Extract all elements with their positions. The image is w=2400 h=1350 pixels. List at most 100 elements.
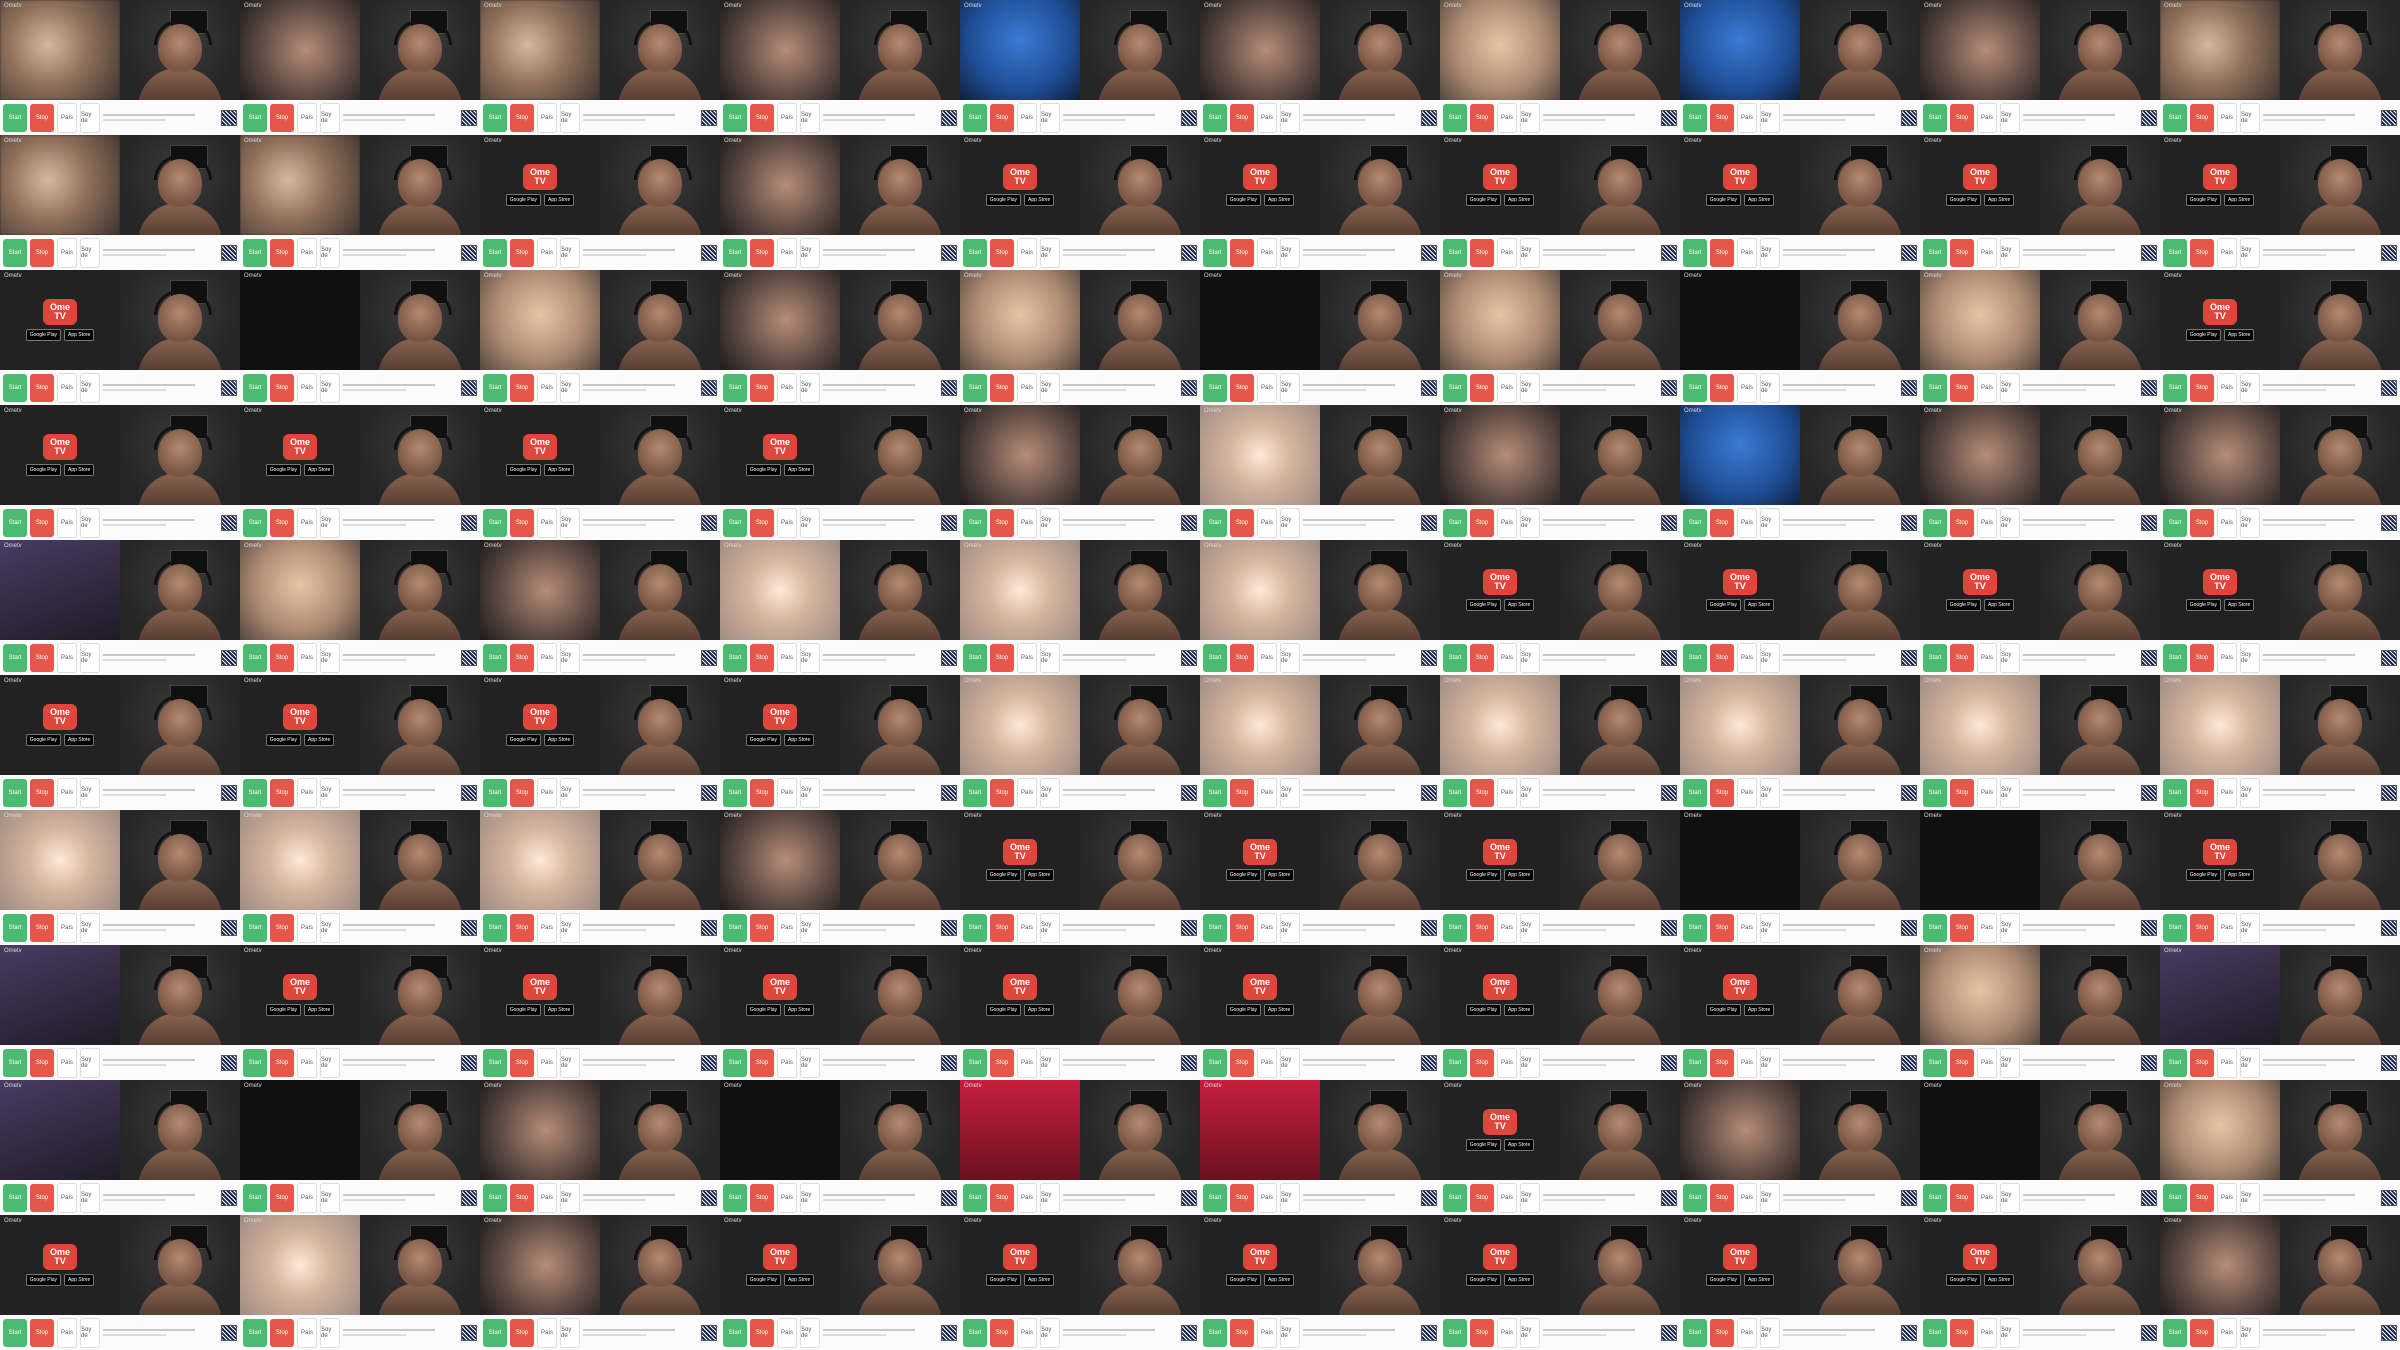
qr-code-icon[interactable] (2381, 784, 2397, 801)
country-button[interactable]: País (1017, 777, 1037, 808)
gender-button[interactable]: Soy de (320, 1317, 340, 1348)
start-button[interactable]: Start (243, 1318, 267, 1347)
country-button[interactable]: País (297, 372, 317, 403)
stop-button[interactable]: Stop (990, 508, 1014, 537)
stop-button[interactable]: Stop (270, 103, 294, 132)
gender-button[interactable]: Soy de (80, 912, 100, 943)
app-store-badge[interactable]: App Store (544, 734, 575, 746)
gender-button[interactable]: Soy de (800, 1182, 820, 1213)
gender-button[interactable]: Soy de (1280, 372, 1300, 403)
gender-button[interactable]: Soy de (2000, 102, 2020, 133)
gender-button[interactable]: Soy de (1760, 1317, 1780, 1348)
country-button[interactable]: País (1737, 102, 1757, 133)
app-store-badge[interactable]: App Store (1024, 869, 1055, 881)
gender-button[interactable]: Soy de (2000, 1182, 2020, 1213)
google-play-badge[interactable]: Google Play (745, 1004, 781, 1016)
gender-button[interactable]: Soy de (320, 102, 340, 133)
qr-code-icon[interactable] (2141, 514, 2157, 531)
start-button[interactable]: Start (243, 643, 267, 672)
country-button[interactable]: País (297, 1182, 317, 1213)
country-button[interactable]: País (57, 237, 77, 268)
qr-code-icon[interactable] (461, 1054, 477, 1071)
google-play-badge[interactable]: Google Play (1705, 1274, 1741, 1286)
start-button[interactable]: Start (1683, 643, 1707, 672)
gender-button[interactable]: Soy de (320, 912, 340, 943)
gender-button[interactable]: Soy de (80, 1182, 100, 1213)
app-store-badge[interactable]: App Store (544, 1004, 575, 1016)
stop-button[interactable]: Stop (30, 1318, 54, 1347)
qr-code-icon[interactable] (1901, 784, 1917, 801)
stop-button[interactable]: Stop (1950, 373, 1974, 402)
country-button[interactable]: País (1497, 777, 1517, 808)
start-button[interactable]: Start (1203, 1048, 1227, 1077)
qr-code-icon[interactable] (1901, 514, 1917, 531)
stop-button[interactable]: Stop (270, 913, 294, 942)
country-button[interactable]: País (537, 1047, 557, 1078)
gender-button[interactable]: Soy de (1760, 102, 1780, 133)
start-button[interactable]: Start (1683, 103, 1707, 132)
country-button[interactable]: País (1257, 642, 1277, 673)
qr-code-icon[interactable] (1181, 1054, 1197, 1071)
stop-button[interactable]: Stop (750, 1318, 774, 1347)
start-button[interactable]: Start (963, 913, 987, 942)
start-button[interactable]: Start (1203, 643, 1227, 672)
stop-button[interactable]: Stop (2190, 238, 2214, 267)
country-button[interactable]: País (777, 102, 797, 133)
google-play-badge[interactable]: Google Play (1945, 599, 1981, 611)
start-button[interactable]: Start (1203, 508, 1227, 537)
gender-button[interactable]: Soy de (1040, 1182, 1060, 1213)
google-play-badge[interactable]: Google Play (985, 869, 1021, 881)
google-play-badge[interactable]: Google Play (1465, 1139, 1501, 1151)
gender-button[interactable]: Soy de (560, 642, 580, 673)
qr-code-icon[interactable] (221, 1324, 237, 1341)
qr-code-icon[interactable] (1661, 784, 1677, 801)
gender-button[interactable]: Soy de (1520, 912, 1540, 943)
gender-button[interactable]: Soy de (2240, 1047, 2260, 1078)
stop-button[interactable]: Stop (510, 913, 534, 942)
qr-code-icon[interactable] (701, 1189, 717, 1206)
stop-button[interactable]: Stop (1470, 373, 1494, 402)
google-play-badge[interactable]: Google Play (985, 1004, 1021, 1016)
country-button[interactable]: País (777, 1317, 797, 1348)
country-button[interactable]: País (1017, 237, 1037, 268)
country-button[interactable]: País (1497, 642, 1517, 673)
country-button[interactable]: País (297, 912, 317, 943)
start-button[interactable]: Start (2163, 913, 2187, 942)
gender-button[interactable]: Soy de (1760, 1182, 1780, 1213)
gender-button[interactable]: Soy de (80, 642, 100, 673)
qr-code-icon[interactable] (941, 244, 957, 261)
start-button[interactable]: Start (1443, 778, 1467, 807)
stop-button[interactable]: Stop (1470, 1318, 1494, 1347)
start-button[interactable]: Start (1923, 103, 1947, 132)
stop-button[interactable]: Stop (990, 643, 1014, 672)
stop-button[interactable]: Stop (990, 913, 1014, 942)
country-button[interactable]: País (537, 1182, 557, 1213)
country-button[interactable]: País (777, 777, 797, 808)
start-button[interactable]: Start (2163, 1318, 2187, 1347)
stop-button[interactable]: Stop (1470, 643, 1494, 672)
country-button[interactable]: País (1977, 1182, 1997, 1213)
qr-code-icon[interactable] (2141, 379, 2157, 396)
stop-button[interactable]: Stop (270, 1048, 294, 1077)
stop-button[interactable]: Stop (1950, 508, 1974, 537)
country-button[interactable]: País (1977, 777, 1997, 808)
qr-code-icon[interactable] (1181, 1189, 1197, 1206)
stop-button[interactable]: Stop (510, 238, 534, 267)
country-button[interactable]: País (1497, 102, 1517, 133)
qr-code-icon[interactable] (221, 784, 237, 801)
gender-button[interactable]: Soy de (320, 642, 340, 673)
country-button[interactable]: País (1497, 1182, 1517, 1213)
country-button[interactable]: País (1257, 1047, 1277, 1078)
start-button[interactable]: Start (3, 103, 27, 132)
country-button[interactable]: País (1257, 237, 1277, 268)
gender-button[interactable]: Soy de (2240, 237, 2260, 268)
country-button[interactable]: País (1977, 642, 1997, 673)
stop-button[interactable]: Stop (1710, 778, 1734, 807)
google-play-badge[interactable]: Google Play (1945, 194, 1981, 206)
gender-button[interactable]: Soy de (2000, 1047, 2020, 1078)
stop-button[interactable]: Stop (1230, 508, 1254, 537)
country-button[interactable]: País (1017, 1182, 1037, 1213)
country-button[interactable]: País (1497, 507, 1517, 538)
start-button[interactable]: Start (963, 373, 987, 402)
country-button[interactable]: País (1497, 1047, 1517, 1078)
